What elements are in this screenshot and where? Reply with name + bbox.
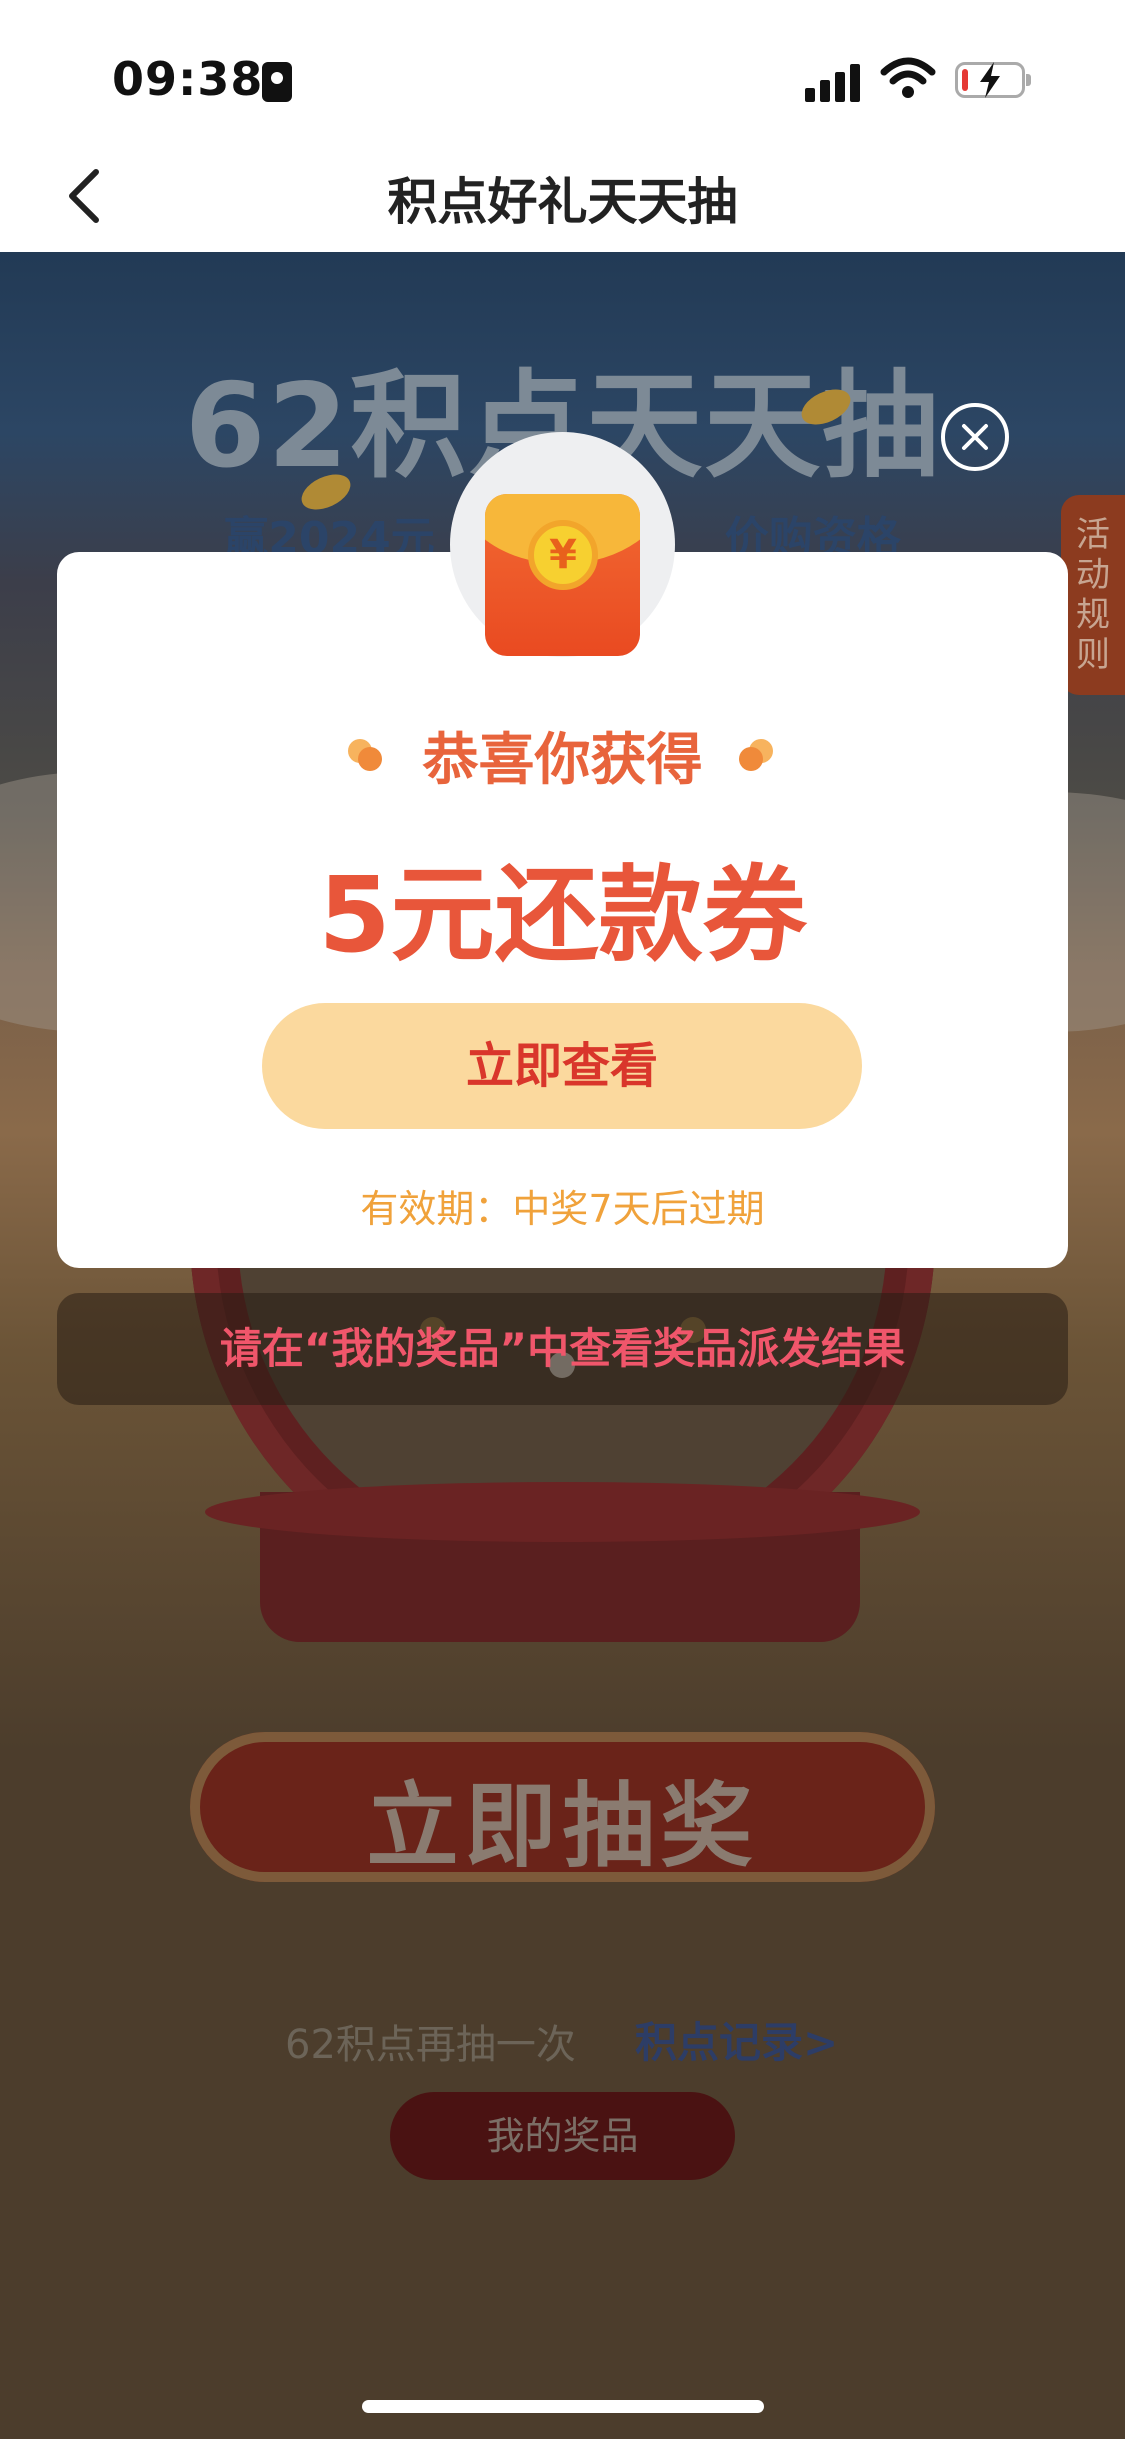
prize-notice-bar: 请在“我的奖品”中查看奖品派发结果 [57, 1293, 1068, 1405]
page-title: 积点好礼天天抽 [387, 173, 738, 231]
rules-tab-char: 活 [1076, 515, 1110, 555]
cellular-signal-icon [805, 58, 865, 102]
view-now-button[interactable]: 立即查看 [262, 1003, 862, 1129]
yen-coin-icon: ¥ [528, 520, 598, 590]
rules-tab-char: 则 [1076, 635, 1110, 675]
close-icon[interactable] [940, 402, 1010, 472]
rules-tab-char: 动 [1076, 555, 1110, 595]
charging-bolt-icon [980, 62, 1000, 98]
status-bar: 09:38 [0, 0, 1125, 140]
contact-card-icon [262, 62, 292, 102]
wheel-base [205, 1482, 920, 1542]
congrats-text: 恭喜你获得 [422, 728, 703, 793]
status-time: 09:38 [112, 52, 264, 106]
rules-tab-char: 规 [1076, 595, 1110, 635]
nav-bar: 积点好礼天天抽 [0, 140, 1125, 252]
points-record-link[interactable]: 积点记录> [635, 2009, 838, 2070]
validity-text: 有效期：中奖7天后过期 [360, 1187, 765, 1231]
home-indicator[interactable] [362, 2400, 764, 2413]
prize-name: 5元还款券 [318, 854, 807, 976]
draw-again-text: 62积点再抽一次 [285, 2022, 576, 2068]
draw-now-label: 立即抽奖 [366, 1773, 759, 1880]
my-prizes-button[interactable]: 我的奖品 [390, 2092, 735, 2180]
wifi-icon [880, 57, 936, 98]
activity-rules-tab[interactable]: 活 动 规 则 [1061, 495, 1125, 695]
